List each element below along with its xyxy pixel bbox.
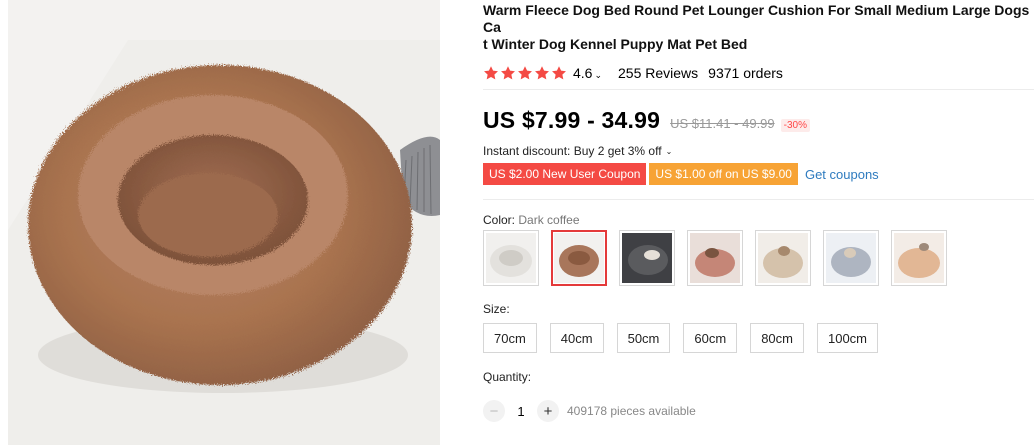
discount-badge: -30% (780, 119, 811, 132)
star-icon (552, 66, 566, 80)
pet-bed-thumbnail (486, 233, 536, 283)
selected-color: Dark coffee (518, 213, 580, 227)
quantity-increase-button[interactable]: + (537, 400, 559, 422)
current-price: US $7.99 - 34.99 (483, 107, 661, 133)
chevron-down-icon: ⌄ (665, 146, 673, 156)
star-icon (518, 66, 532, 80)
color-label-text: Color: (483, 213, 516, 227)
size-option-50cm[interactable]: 50cm (616, 323, 671, 353)
product-details: Warm Fleece Dog Bed Round Pet Lounger Cu… (483, 0, 1034, 445)
size-option-70cm[interactable]: 70cm (483, 323, 537, 353)
color-option-apricot[interactable] (891, 230, 947, 286)
orders-count: 9371 orders (708, 65, 783, 81)
product-page: Warm Fleece Dog Bed Round Pet Lounger Cu… (0, 0, 1034, 445)
size-option-80cm[interactable]: 80cm (750, 323, 804, 353)
chevron-down-icon: ⌄ (594, 70, 603, 80)
reviews-link[interactable]: 255 Reviews (618, 65, 698, 81)
color-option-pink[interactable] (687, 230, 743, 286)
size-label: Size: (483, 302, 510, 316)
instant-discount-label: Instant discount: Buy 2 get 3% off (483, 144, 662, 158)
pet-bed-thumbnail (894, 233, 944, 283)
pieces-available: 409178 pieces available (567, 404, 696, 418)
star-icon (535, 66, 549, 80)
star-icon (484, 66, 498, 80)
color-option-light-grey[interactable] (823, 230, 879, 286)
size-option-60cm[interactable]: 60cm (683, 323, 738, 353)
rating-number: 4.6 (573, 65, 593, 81)
color-option-dark-coffee[interactable] (551, 230, 607, 286)
color-label: Color: Dark coffee (483, 213, 1034, 228)
color-option-white[interactable] (483, 230, 539, 286)
rating-value[interactable]: 4.6 ⌄ (573, 65, 602, 81)
price-row: US $7.99 - 34.99 US $11.41 - 49.99 -30% (483, 107, 1034, 135)
color-options (483, 230, 1034, 286)
product-title: Warm Fleece Dog Bed Round Pet Lounger Cu… (483, 2, 1030, 52)
size-option-100cm[interactable]: 100cm (816, 323, 879, 353)
new-user-coupon[interactable]: US $2.00 New User Coupon (483, 163, 647, 185)
pet-bed-illustration (8, 0, 440, 445)
store-coupon[interactable]: US $1.00 off on US $9.00 (649, 163, 798, 185)
pet-bed-thumbnail (622, 233, 672, 283)
pet-bed-thumbnail (758, 233, 808, 283)
divider (483, 199, 1034, 200)
size-option-40cm[interactable]: 40cm (549, 323, 604, 353)
instant-discount[interactable]: Instant discount: Buy 2 get 3% off ⌄ (483, 143, 1034, 159)
size-options: 70cm 40cm 50cm 60cm 80cm 100cm (483, 323, 1034, 353)
quantity-stepper: − 1 + 409178 pieces available (483, 399, 1034, 423)
original-price: US $11.41 - 49.99 (670, 116, 775, 131)
quantity-value[interactable]: 1 (505, 404, 537, 419)
rating-row: 4.6 ⌄ 255 Reviews 9371 orders (483, 63, 1034, 83)
pet-bed-thumbnail (554, 233, 604, 283)
coupon-row: US $2.00 New User Coupon US $1.00 off on… (483, 163, 1034, 185)
rating-stars[interactable] (483, 65, 567, 81)
color-option-beige[interactable] (755, 230, 811, 286)
quantity-label: Quantity: (483, 370, 532, 384)
pet-bed-thumbnail (826, 233, 876, 283)
quantity-decrease-button[interactable]: − (483, 400, 505, 422)
pet-bed-thumbnail (690, 233, 740, 283)
divider (483, 89, 1034, 90)
get-coupons-link[interactable]: Get coupons (805, 167, 879, 182)
product-image[interactable] (8, 0, 440, 445)
color-option-dark-grey[interactable] (619, 230, 675, 286)
star-icon (501, 66, 515, 80)
